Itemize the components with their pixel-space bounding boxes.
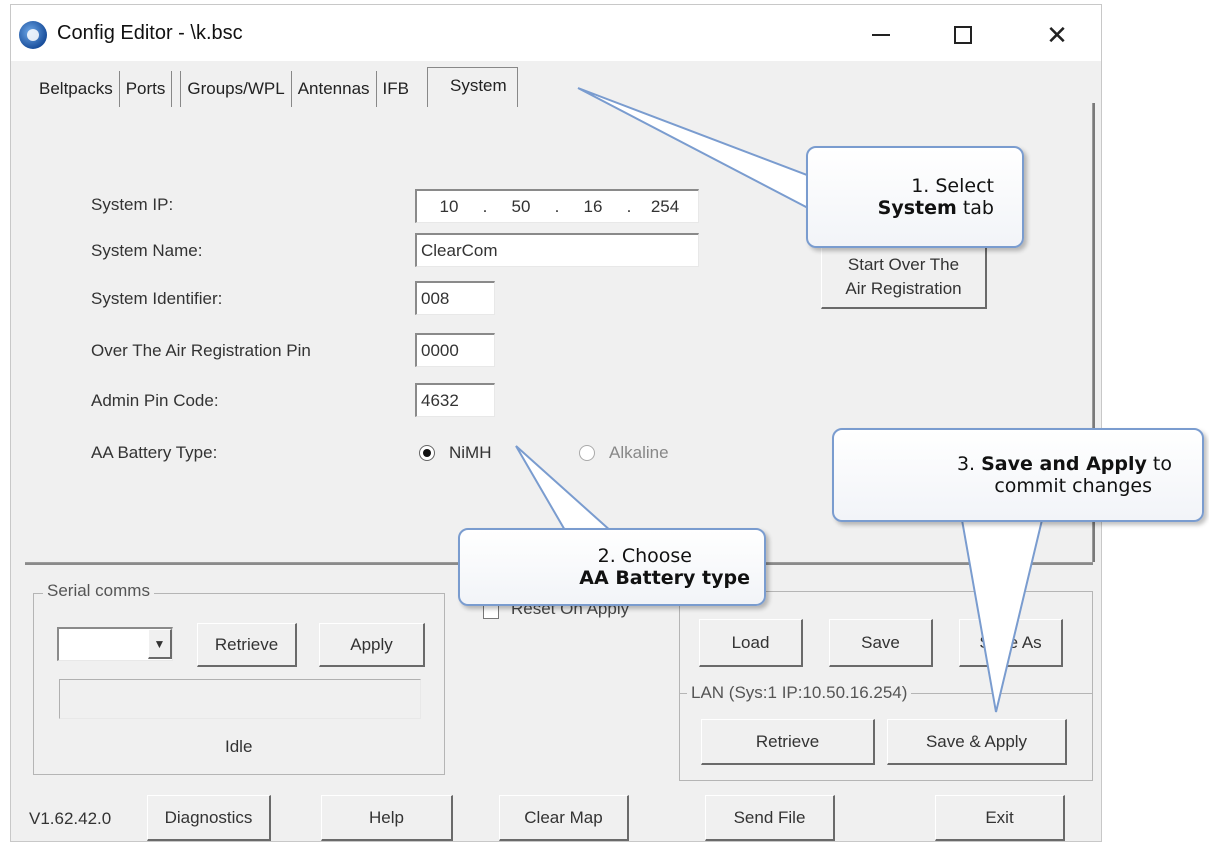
send-file-button[interactable]: Send File <box>705 795 835 841</box>
serial-status-text: Idle <box>225 737 253 756</box>
save-as-button[interactable]: Save As <box>959 619 1063 667</box>
callout-1-rest: tab <box>956 197 994 219</box>
maximize-icon <box>954 26 972 44</box>
system-name-input[interactable]: ClearCom <box>415 233 699 267</box>
battery-nimh-label: NiMH <box>449 443 492 462</box>
system-name-label: System Name: <box>91 241 203 260</box>
lan-retrieve-button[interactable]: Retrieve <box>701 719 875 765</box>
serial-apply-button[interactable]: Apply <box>319 623 425 667</box>
ip-octet-2: 50 <box>511 196 531 216</box>
close-icon: ✕ <box>1046 19 1068 50</box>
start-over-line1: Start Over The <box>847 254 960 274</box>
ota-pin-label: Over The Air Registration Pin <box>91 341 311 360</box>
radio-checked-icon <box>419 445 435 461</box>
clearcom-app-icon <box>19 21 47 49</box>
system-identifier-input[interactable]: 008 <box>415 281 495 315</box>
tab-antennas[interactable]: Antennas <box>292 71 377 107</box>
admin-pin-label: Admin Pin Code: <box>91 391 219 410</box>
config-editor-window: Config Editor - \k.bsc ✕ Beltpacks Ports… <box>10 4 1102 842</box>
admin-pin-input[interactable]: 4632 <box>415 383 495 417</box>
window-title: Config Editor - \k.bsc <box>57 22 243 44</box>
close-button[interactable]: ✕ <box>1027 13 1087 57</box>
ip-octet-3: 16 <box>583 196 603 216</box>
system-identifier-label: System Identifier: <box>91 289 223 308</box>
radio-unchecked-icon <box>579 445 595 461</box>
callout-select-system-tab: 1. Select System tab <box>806 146 1024 248</box>
callout-3-bold: Save and Apply <box>981 453 1147 475</box>
system-ip-label: System IP: <box>91 195 174 214</box>
callout-2-bold: AA Battery type <box>579 567 750 589</box>
minimize-icon <box>872 34 890 36</box>
help-button[interactable]: Help <box>321 795 453 841</box>
clear-map-button[interactable]: Clear Map <box>499 795 629 841</box>
battery-alkaline-radio[interactable]: Alkaline <box>579 443 669 463</box>
maximize-button[interactable] <box>933 13 993 57</box>
serial-retrieve-button[interactable]: Retrieve <box>197 623 297 667</box>
version-text: V1.62.42.0 <box>29 809 112 828</box>
start-over-ota-button[interactable]: Start Over The Air Registration <box>821 245 987 309</box>
ip-separator: . <box>554 196 560 216</box>
ip-octet-4: 254 <box>650 196 680 216</box>
save-button[interactable]: Save <box>829 619 933 667</box>
tab-beltpacks[interactable]: Beltpacks <box>33 71 120 107</box>
callout-3-rest: to <box>1146 453 1172 475</box>
diagnostics-button[interactable]: Diagnostics <box>147 795 271 841</box>
callout-3-line2: commit changes <box>994 475 1152 497</box>
title-bar: Config Editor - \k.bsc ✕ <box>11 5 1101 61</box>
callout-1-line1: 1. Select <box>911 175 994 197</box>
serial-port-select[interactable]: ▼ <box>57 627 173 661</box>
lan-title: LAN (Sys:1 IP:10.50.16.254) <box>687 683 912 703</box>
serial-comms-title: Serial comms <box>43 581 154 601</box>
start-over-line2: Air Registration <box>845 278 962 298</box>
tab-groups-wpl[interactable]: Groups/WPL <box>180 71 292 107</box>
chevron-down-icon[interactable]: ▼ <box>148 629 172 659</box>
tab-ports[interactable]: Ports <box>120 71 173 107</box>
ip-separator: . <box>626 196 632 216</box>
ip-octet-1: 10 <box>439 196 459 216</box>
load-button[interactable]: Load <box>699 619 803 667</box>
tab-system[interactable]: System <box>427 67 518 107</box>
system-ip-field[interactable]: 10 . 50 . 16 . 254 <box>415 189 699 223</box>
save-and-apply-button[interactable]: Save & Apply <box>887 719 1067 765</box>
tab-ifb[interactable]: IFB <box>377 71 415 107</box>
serial-progress-bar <box>59 679 421 719</box>
callout-save-and-apply: 3. Save and Apply to commit changes <box>832 428 1204 522</box>
ota-pin-input[interactable]: 0000 <box>415 333 495 367</box>
battery-nimh-radio[interactable]: NiMH <box>419 443 492 463</box>
tab-strip: Beltpacks Ports Groups/WPL Antennas IFB … <box>33 67 518 107</box>
minimize-button[interactable] <box>851 13 911 57</box>
battery-type-label: AA Battery Type: <box>91 443 218 462</box>
exit-button[interactable]: Exit <box>935 795 1065 841</box>
callout-3-num: 3. <box>956 453 982 475</box>
ip-separator: . <box>482 196 488 216</box>
battery-alkaline-label: Alkaline <box>609 443 669 462</box>
callout-2-line1: 2. Choose <box>597 545 692 567</box>
callout-choose-battery: 2. Choose AA Battery type <box>458 528 766 606</box>
callout-1-bold: System <box>877 197 957 219</box>
